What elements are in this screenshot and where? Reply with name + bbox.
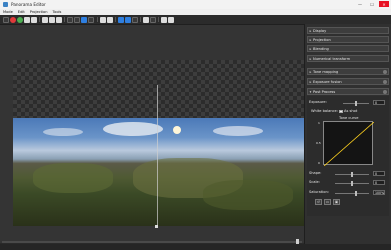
menu-tools[interactable]: Tools — [53, 10, 62, 14]
reset-icon[interactable]: ↺ — [315, 199, 322, 205]
horizon-guide-line — [157, 85, 158, 228]
shape-label: Shape: — [309, 171, 322, 175]
sun — [173, 126, 181, 134]
title-bar: Panorama Editor — ☐ ✕ — [0, 0, 391, 9]
move-tool-icon[interactable] — [24, 16, 30, 23]
align-icon[interactable] — [56, 16, 62, 23]
view-mode-1-icon[interactable] — [118, 16, 124, 23]
cloud — [103, 122, 163, 136]
shape-slider-knob[interactable] — [351, 171, 353, 177]
select-tool-icon[interactable] — [3, 16, 9, 23]
curve-y-mid: 0.5 — [316, 141, 321, 145]
section-label: Numerical transform — [313, 56, 351, 61]
cloud — [43, 128, 83, 136]
section-label: Display — [313, 28, 327, 33]
crosshair-tool-icon[interactable] — [31, 16, 37, 23]
section-label: Blending — [313, 46, 329, 51]
scale-input[interactable]: 0 — [373, 180, 385, 185]
menu-edit[interactable]: Edit — [18, 10, 25, 14]
shape-input[interactable]: 0 — [373, 171, 385, 176]
toggle-icon[interactable] — [383, 80, 387, 85]
dropdown-icon[interactable] — [88, 16, 94, 23]
cloud — [213, 126, 263, 136]
panorama-viewport[interactable] — [0, 25, 304, 243]
tone-curve-line — [323, 121, 375, 167]
guide-handle[interactable] — [155, 225, 158, 228]
maximize-button[interactable]: ☐ — [367, 1, 377, 7]
grid-icon[interactable] — [143, 16, 149, 23]
section-display[interactable]: ▸ Display — [307, 27, 389, 34]
toggle-icon[interactable] — [383, 90, 387, 95]
menu-mode[interactable]: Mode — [3, 10, 13, 14]
tone-curve-editor[interactable] — [323, 121, 375, 167]
brush-tool-icon[interactable] — [17, 16, 23, 23]
scale-slider-knob[interactable] — [351, 180, 353, 186]
as-shot-checkbox[interactable] — [339, 109, 343, 113]
section-numerical-transform[interactable]: ▸ Numerical transform — [307, 55, 389, 62]
fit-icon[interactable] — [42, 16, 48, 23]
layers-icon[interactable] — [168, 16, 174, 23]
toolbar-separator — [39, 17, 40, 22]
preview-eye-icon[interactable] — [107, 16, 113, 23]
save-icon[interactable]: ▣ — [333, 199, 340, 205]
field — [33, 163, 113, 193]
as-shot-label: As shot — [344, 109, 358, 113]
rotate-icon[interactable] — [49, 16, 55, 23]
section-tone-mapping[interactable]: ▸ Tone mapping — [307, 68, 389, 75]
window-controls: — ☐ ✕ — [355, 1, 389, 7]
post-process-panel: Exposure: 0 White balance: As shot Tone … — [307, 96, 389, 216]
horizontal-slider[interactable] — [2, 239, 302, 245]
saturation-slider[interactable] — [335, 192, 369, 194]
toolbar-separator — [97, 17, 98, 22]
view-mode-3-icon[interactable] — [132, 16, 138, 23]
section-exposure-fusion[interactable]: ▸ Exposure fusion — [307, 78, 389, 85]
saturation-slider-knob[interactable] — [355, 190, 357, 196]
minimize-button[interactable]: — — [355, 1, 365, 7]
section-post-process[interactable]: ▾ Post Process — [307, 88, 389, 95]
window-title: Panorama Editor — [11, 1, 46, 7]
copy-icon[interactable] — [161, 16, 167, 23]
section-label: Tone mapping — [313, 69, 339, 74]
zoom-icon[interactable] — [100, 16, 106, 23]
menu-projection[interactable]: Projection — [30, 10, 48, 14]
panorama-image — [13, 118, 304, 226]
curve-y-min: 0 — [318, 161, 320, 165]
section-label: Projection — [313, 37, 331, 42]
panorama-editor-window: Panorama Editor — ☐ ✕ Mode Edit Projecti… — [0, 0, 391, 250]
saturation-input[interactable]: 100% — [373, 190, 385, 195]
section-label: Exposure fusion — [313, 79, 342, 84]
field — [203, 180, 293, 210]
exposure-slider-knob[interactable] — [355, 100, 357, 106]
toolbar-separator — [158, 17, 159, 22]
toggle-icon[interactable] — [383, 70, 387, 75]
saturation-label: Saturation: — [309, 190, 329, 194]
open-folder-icon[interactable]: ▭ — [324, 199, 331, 205]
exposure-label: Exposure: — [309, 100, 327, 104]
section-label: Post Process — [313, 89, 336, 94]
status-bar — [0, 244, 391, 250]
color-tool-icon[interactable] — [10, 16, 16, 23]
rect-select-icon[interactable] — [67, 16, 73, 23]
exposure-input[interactable]: 0 — [373, 100, 385, 105]
app-icon — [3, 2, 8, 7]
curve-y-max: 1 — [318, 121, 320, 125]
transparency-checkerboard — [13, 60, 304, 120]
scale-label: Scale: — [309, 180, 320, 184]
view-mode-2-icon[interactable] — [125, 16, 131, 23]
compare-icon[interactable] — [150, 16, 156, 23]
section-projection[interactable]: ▸ Projection — [307, 36, 389, 43]
close-button[interactable]: ✕ — [379, 1, 389, 7]
toolbar-separator — [115, 17, 116, 22]
frame-icon[interactable] — [74, 16, 80, 23]
projection-mode-icon[interactable] — [81, 16, 87, 23]
section-blending[interactable]: ▸ Blending — [307, 45, 389, 52]
toolbar-separator — [64, 17, 65, 22]
panorama-canvas[interactable] — [13, 60, 304, 226]
toolbar-separator — [140, 17, 141, 22]
tone-curve-title: Tone curve — [339, 116, 359, 120]
white-balance-label: White balance: — [311, 109, 338, 113]
settings-sidebar: ▸ Display ▸ Projection ▸ Blending ▸ Nume… — [304, 24, 391, 244]
